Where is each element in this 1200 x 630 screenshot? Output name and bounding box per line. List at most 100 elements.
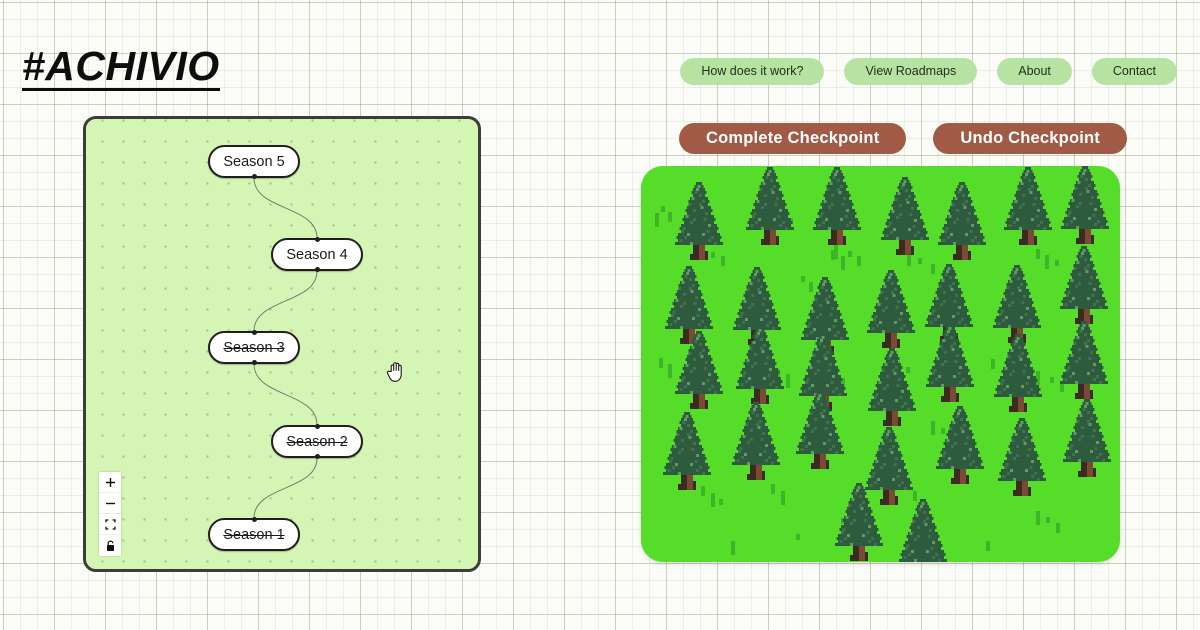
pine-tree: [1060, 321, 1108, 399]
lock-icon: [105, 540, 116, 552]
grass-tuft: [1036, 371, 1040, 385]
pine-tree: [1061, 166, 1109, 244]
fit-view-icon: [104, 518, 116, 530]
pine-tree: [796, 391, 844, 469]
brand-logo[interactable]: #ACHIVIO: [22, 46, 220, 91]
pine-tree: [732, 402, 780, 480]
node-handle-bottom[interactable]: [251, 360, 257, 365]
node-handle-bottom[interactable]: [251, 174, 257, 179]
nav-about[interactable]: About: [997, 58, 1072, 85]
pine-tree: [998, 418, 1046, 496]
grass-tuft: [857, 256, 861, 266]
nav-view-roadmaps[interactable]: View Roadmaps: [844, 58, 978, 85]
node-handle-top[interactable]: [251, 330, 257, 335]
pine-tree: [736, 326, 784, 404]
pine-tree: [926, 324, 974, 402]
pine-tree: [746, 167, 794, 245]
pine-tree: [1004, 167, 1052, 245]
nav-contact[interactable]: Contact: [1091, 58, 1177, 85]
grass-tuft: [661, 206, 665, 212]
grass-tuft: [1056, 523, 1060, 533]
grass-tuft: [731, 541, 735, 555]
grass-tuft: [771, 484, 775, 494]
grass-tuft: [786, 374, 790, 388]
node-label: Season 4: [286, 246, 348, 263]
grass-tuft: [1036, 249, 1040, 259]
node-handle-top[interactable]: [314, 424, 320, 429]
pine-tree: [868, 348, 916, 426]
roadmap-node-season-1[interactable]: Season 1: [208, 517, 300, 551]
grass-tuft: [918, 258, 922, 264]
node-handle-bottom[interactable]: [314, 267, 320, 272]
lock-button[interactable]: [99, 535, 121, 556]
grass-tuft: [1036, 511, 1040, 525]
fit-view-button[interactable]: [99, 514, 121, 535]
forest-canvas: [655, 166, 1111, 562]
grass-tuft: [711, 493, 715, 507]
grass-tuft: [991, 359, 995, 369]
grass-tuft: [801, 276, 805, 282]
node-handle-top[interactable]: [251, 517, 257, 522]
node-handle-top[interactable]: [314, 237, 320, 242]
pine-tree: [665, 266, 713, 344]
grass-tuft: [721, 256, 725, 266]
undo-checkpoint-button[interactable]: Undo Checkpoint: [933, 123, 1127, 154]
pine-tree: [938, 182, 986, 260]
grass-tuft: [711, 252, 715, 258]
grass-tuft: [668, 212, 672, 222]
grass-tuft: [906, 367, 910, 373]
flow-controls: [99, 472, 121, 556]
nav-how-does-it-work[interactable]: How does it work?: [680, 58, 825, 85]
grass-tuft: [659, 358, 663, 368]
pine-tree: [881, 177, 929, 255]
grass-tuft: [1050, 377, 1054, 383]
grass-tuft: [834, 245, 838, 259]
grass-tuft: [796, 534, 800, 540]
roadmap-node-season-2[interactable]: Season 2: [271, 424, 363, 459]
roadmap-node-season-4[interactable]: Season 4: [271, 237, 363, 272]
roadmap-node-season-3[interactable]: Season 3: [208, 330, 300, 365]
node-handle-bottom[interactable]: [314, 454, 320, 459]
pine-tree: [1063, 399, 1111, 477]
node-label: Season 2: [286, 433, 348, 450]
pine-tree: [865, 427, 913, 505]
grass-tuft: [941, 428, 945, 434]
pine-tree: [1060, 246, 1108, 324]
zoom-out-button[interactable]: [99, 493, 121, 514]
grass-tuft: [1055, 260, 1059, 266]
complete-checkpoint-button[interactable]: Complete Checkpoint: [679, 123, 907, 154]
site-header: #ACHIVIO How does it work? View Roadmaps…: [0, 0, 1200, 110]
pine-tree: [994, 334, 1042, 412]
pine-tree: [867, 270, 915, 348]
tree-layer: [663, 166, 1111, 562]
grass-tuft: [1045, 255, 1049, 269]
pine-tree: [813, 167, 861, 245]
roadmap-node-season-5[interactable]: Season 5: [208, 145, 300, 179]
grass-tuft: [668, 364, 672, 378]
pine-tree: [675, 182, 723, 260]
checkpoint-actions: Complete Checkpoint Undo Checkpoint: [679, 123, 1127, 154]
grass-tuft: [719, 499, 723, 505]
node-label: Season 5: [223, 153, 285, 170]
grass-tuft: [655, 213, 659, 227]
pine-tree: [663, 412, 711, 490]
grass-tuft: [931, 421, 935, 435]
node-label: Season 3: [223, 339, 285, 356]
pixel-forest-panel[interactable]: pixel forest progress: [641, 166, 1120, 562]
main-navigation: How does it work? View Roadmaps About Co…: [680, 58, 1177, 85]
pine-tree: [993, 265, 1041, 343]
grass-tuft: [809, 282, 813, 292]
grass-tuft: [1046, 517, 1050, 523]
grass-tuft: [781, 491, 785, 505]
grass-tuft: [986, 541, 990, 551]
pine-tree: [899, 499, 947, 562]
roadmap-flow-panel[interactable]: Season 5 Season 4 Season 3 Season 2 Season 1: [83, 116, 481, 572]
plus-icon: [105, 477, 116, 488]
zoom-in-button[interactable]: [99, 472, 121, 493]
minus-icon: [105, 498, 116, 509]
grass-tuft: [848, 251, 852, 257]
grass-tuft: [701, 486, 705, 496]
grass-tuft: [841, 256, 845, 270]
grass-tuft: [913, 491, 917, 501]
node-label: Season 1: [223, 526, 285, 543]
